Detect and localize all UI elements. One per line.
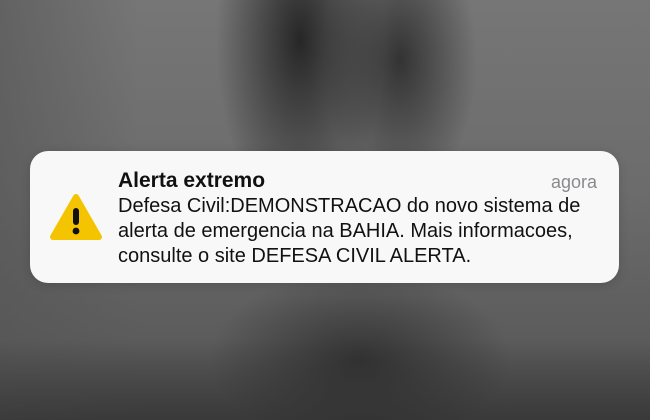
background-floor [0,340,650,420]
warning-triangle-icon [50,194,102,240]
alert-title: Alerta extremo [118,169,266,192]
alert-timestamp: agora [550,172,597,192]
emergency-alert-notification[interactable]: Alerta extremo agora Defesa Civil:DEMONS… [30,151,619,283]
alert-message-line: consulte o site DEFESA CIVIL ALERTA. [118,245,472,267]
alert-message-line: Defesa Civil:DEMONSTRACAO do novo sistem… [118,195,581,217]
alert-message: Defesa Civil:DEMONSTRACAO do novo sistem… [118,194,604,269]
alert-message-line: alerta de emergencia na BAHIA. Mais info… [118,220,573,242]
